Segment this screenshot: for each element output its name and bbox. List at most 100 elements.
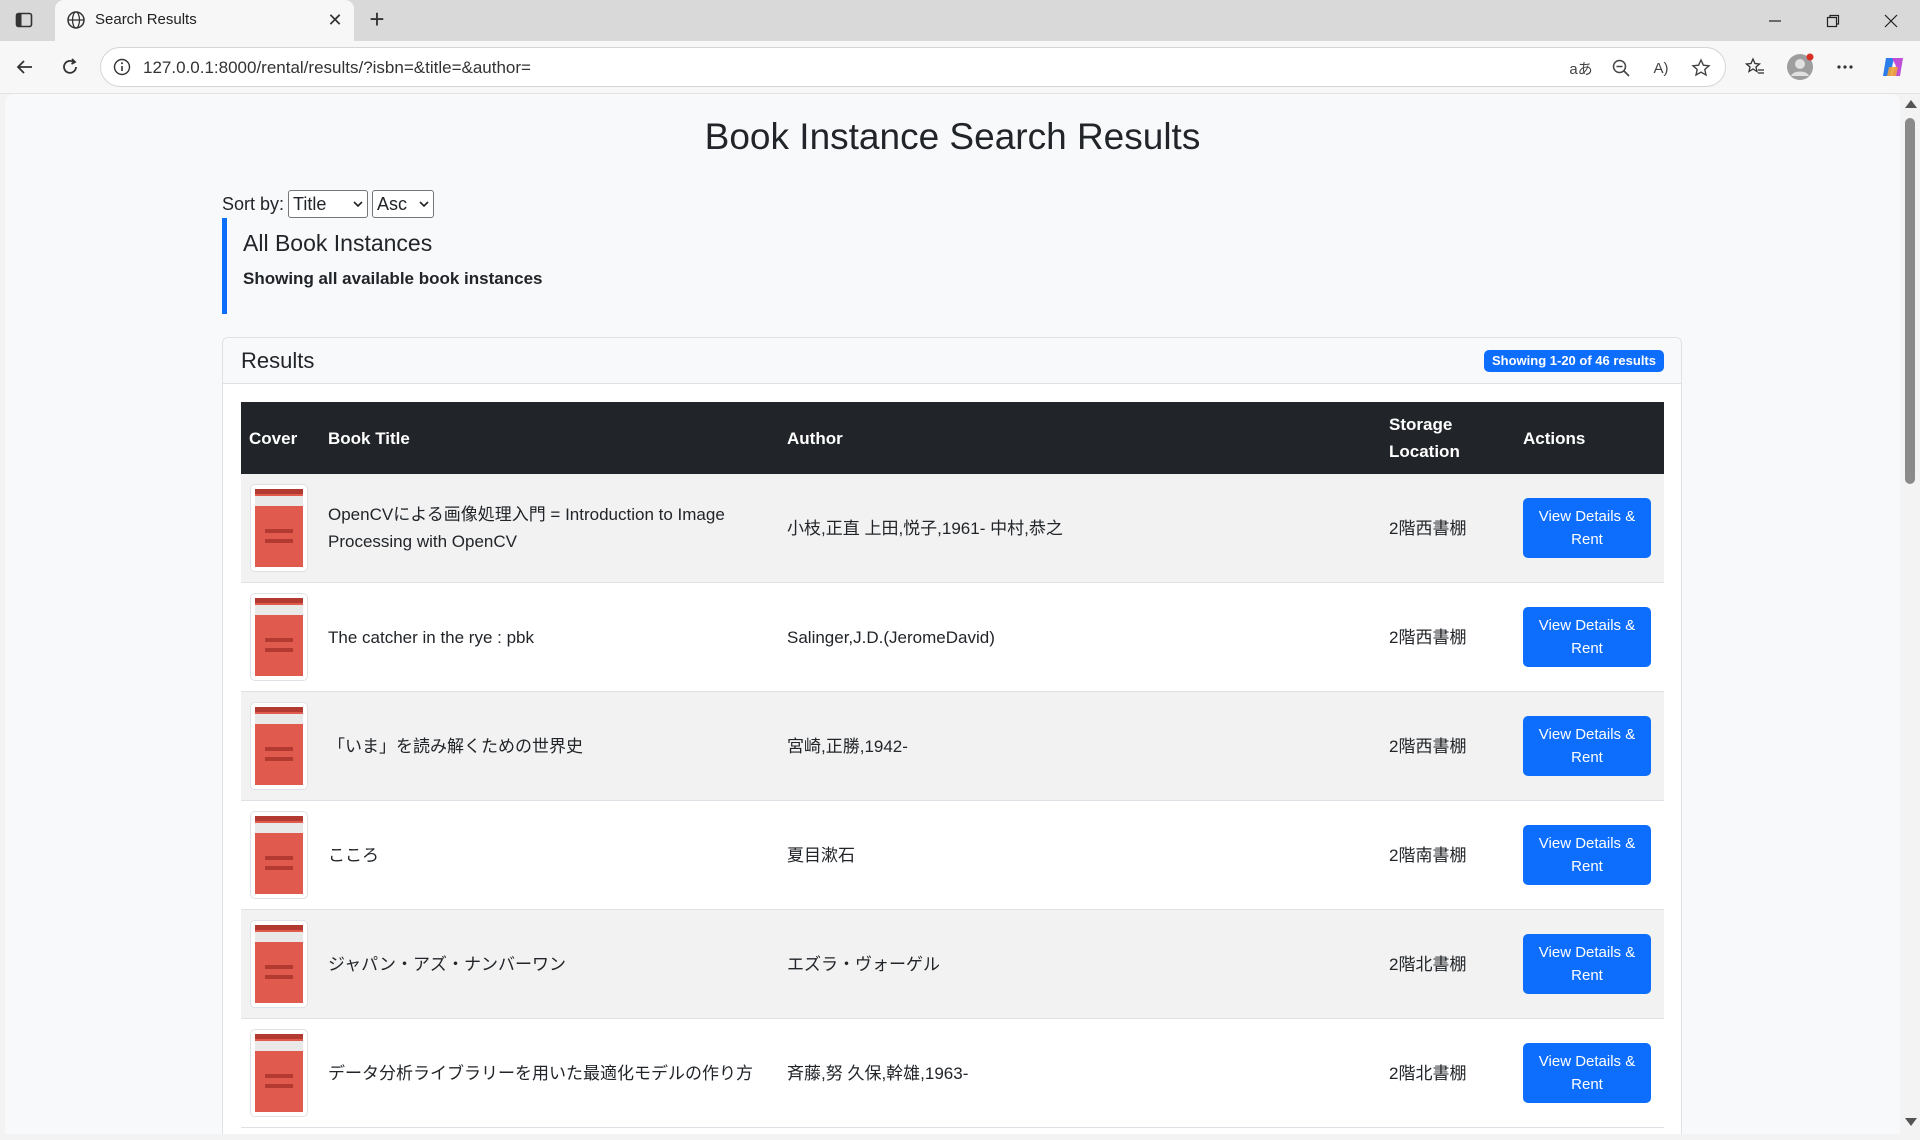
minimize-icon[interactable] (1746, 0, 1804, 41)
chevron-down-icon (353, 201, 363, 208)
book-author: エズラ・ヴォーゲル (787, 954, 940, 974)
view-details-rent-button[interactable]: View Details & Rent (1523, 934, 1651, 994)
book-author: 小枝,正直 上田,悦子,1961- 中村,恭之 (787, 518, 1063, 538)
book-cover-image (250, 1029, 308, 1117)
view-details-rent-button[interactable]: View Details & Rent (1523, 716, 1651, 776)
button-label-line: View Details & (1538, 617, 1636, 634)
tab-title: Search Results (95, 11, 197, 28)
book-title-line: Processing with OpenCV (328, 532, 517, 551)
chevron-down-icon (419, 201, 429, 208)
favorites-icon[interactable] (1740, 52, 1770, 82)
button-label-line: View Details & (1538, 944, 1636, 961)
read-aloud-icon[interactable]: A) (1649, 56, 1673, 80)
more-options-icon[interactable] (1830, 52, 1860, 82)
browser-toolbar: 127.0.0.1:8000/rental/results/?isbn=&tit… (0, 41, 1920, 94)
copilot-icon[interactable] (1878, 52, 1908, 82)
storage-location: 2階北書棚 (1389, 1063, 1467, 1083)
globe-icon (65, 9, 87, 31)
results-card: Results Showing 1-20 of 46 results Cover… (222, 337, 1682, 1134)
storage-location: 2階西書棚 (1389, 736, 1467, 756)
book-title: OpenCVによる画像処理入門 = Introduction to Image P… (328, 474, 768, 582)
table-row: The catcher in the rye : pbk Salinger,J.… (241, 583, 1664, 692)
site-info-icon[interactable] (111, 56, 133, 78)
book-author: Salinger,J.D.(JeromeDavid) (787, 627, 995, 647)
search-notice: All Book Instances Showing all available… (222, 218, 622, 314)
storage-location: 2階西書棚 (1389, 627, 1467, 647)
back-icon[interactable] (10, 52, 40, 82)
table-row: 「いま」を読み解くための世界史 宮崎,正勝,1942- 2階西書棚 View D… (241, 692, 1664, 801)
button-label-line: Rent (1571, 531, 1603, 548)
storage-location: 2階北書棚 (1389, 954, 1467, 974)
column-title: Book Title (328, 428, 410, 448)
notice-title: All Book Instances (243, 230, 433, 256)
book-cover-image (250, 593, 308, 681)
profile-avatar[interactable] (1785, 52, 1815, 82)
book-cover-image (250, 484, 308, 572)
column-storage: Storage Location (1389, 402, 1460, 474)
page-viewport: Book Instance Search Results Sort by: Ti… (5, 94, 1900, 1134)
book-title: The catcher in the rye : pbk (328, 627, 534, 647)
book-author: 斉藤,努 久保,幹雄,1963- (787, 1063, 969, 1083)
notice-text: Showing all available book instances (243, 269, 543, 288)
sort-field-value: Title (293, 193, 327, 214)
book-cover-image (250, 702, 308, 790)
book-title: こころ (328, 845, 379, 865)
storage-location: 2階西書棚 (1389, 518, 1467, 538)
sort-label: Sort by: (222, 193, 285, 214)
scroll-down-arrow-icon[interactable] (1905, 1118, 1917, 1126)
book-cover-image (250, 811, 308, 899)
page-title: Book Instance Search Results (704, 116, 1201, 157)
book-title: ジャパン・アズ・ナンバーワン (328, 954, 566, 974)
sort-order-select[interactable]: Asc (372, 190, 435, 218)
button-label-line: View Details & (1538, 726, 1636, 743)
view-details-rent-button[interactable]: View Details & Rent (1523, 607, 1651, 667)
translate-icon[interactable]: aあ (1569, 56, 1593, 80)
button-label-line: View Details & (1538, 835, 1636, 852)
book-author: 夏目漱石 (787, 845, 855, 865)
browser-tab[interactable]: Search Results ✕ (55, 0, 354, 41)
button-label-line: View Details & (1538, 1053, 1636, 1070)
table-row: データ分析ライブラリーを用いた最適化モデルの作り方 斉藤,努 久保,幹雄,196… (241, 1019, 1664, 1128)
view-details-rent-button[interactable]: View Details & Rent (1523, 825, 1651, 885)
column-cover: Cover (249, 428, 298, 448)
table-row: OpenCVによる画像処理入門 = Introduction to Image P… (241, 474, 1664, 583)
button-label-line: Rent (1571, 1076, 1603, 1093)
column-author: Author (787, 428, 843, 448)
button-label-line: View Details & (1538, 508, 1636, 525)
scroll-thumb[interactable] (1905, 118, 1915, 484)
button-label-line: Rent (1571, 749, 1603, 766)
sort-controls: Sort by: Title Asc (222, 190, 435, 218)
storage-location: 2階南書棚 (1389, 845, 1467, 865)
column-storage-line1: Storage (1389, 415, 1453, 434)
column-storage-line2: Location (1389, 442, 1460, 461)
sort-field-select[interactable]: Title (288, 190, 369, 218)
column-actions: Actions (1523, 428, 1586, 448)
results-title: Results (241, 348, 315, 373)
results-table: Cover Book Title Author Storage Location… (241, 402, 1664, 1128)
zoom-out-icon[interactable] (1609, 56, 1633, 80)
address-bar[interactable]: 127.0.0.1:8000/rental/results/?isbn=&tit… (100, 47, 1726, 87)
window-close-icon[interactable] (1862, 0, 1920, 41)
page-scrollbar[interactable] (1900, 94, 1920, 1140)
results-header: Results Showing 1-20 of 46 results (223, 338, 1681, 384)
button-label-line: Rent (1571, 640, 1603, 657)
url-text[interactable]: 127.0.0.1:8000/rental/results/?isbn=&tit… (143, 58, 531, 78)
button-label-line: Rent (1571, 858, 1603, 875)
book-author: 宮崎,正勝,1942- (787, 736, 908, 756)
restore-icon[interactable] (1804, 0, 1862, 41)
results-count-badge: Showing 1-20 of 46 results (1484, 350, 1664, 372)
favorite-star-icon[interactable] (1689, 56, 1713, 80)
button-label-line: Rent (1571, 967, 1603, 984)
new-tab-icon[interactable]: + (364, 6, 390, 33)
close-icon[interactable]: ✕ (324, 9, 346, 31)
tab-actions-icon[interactable] (12, 8, 36, 32)
view-details-rent-button[interactable]: View Details & Rent (1523, 1043, 1651, 1103)
view-details-rent-button[interactable]: View Details & Rent (1523, 498, 1651, 558)
table-row: ジャパン・アズ・ナンバーワン エズラ・ヴォーゲル 2階北書棚 View Deta… (241, 910, 1664, 1019)
scroll-up-arrow-icon[interactable] (1905, 100, 1917, 108)
book-title: 「いま」を読み解くための世界史 (328, 736, 583, 756)
book-title-line: OpenCVによる画像処理入門 = Introduction to Image (328, 505, 725, 524)
reload-icon[interactable] (55, 52, 85, 82)
book-cover-image (250, 920, 308, 1008)
table-header: Cover Book Title Author Storage Location… (241, 402, 1664, 474)
